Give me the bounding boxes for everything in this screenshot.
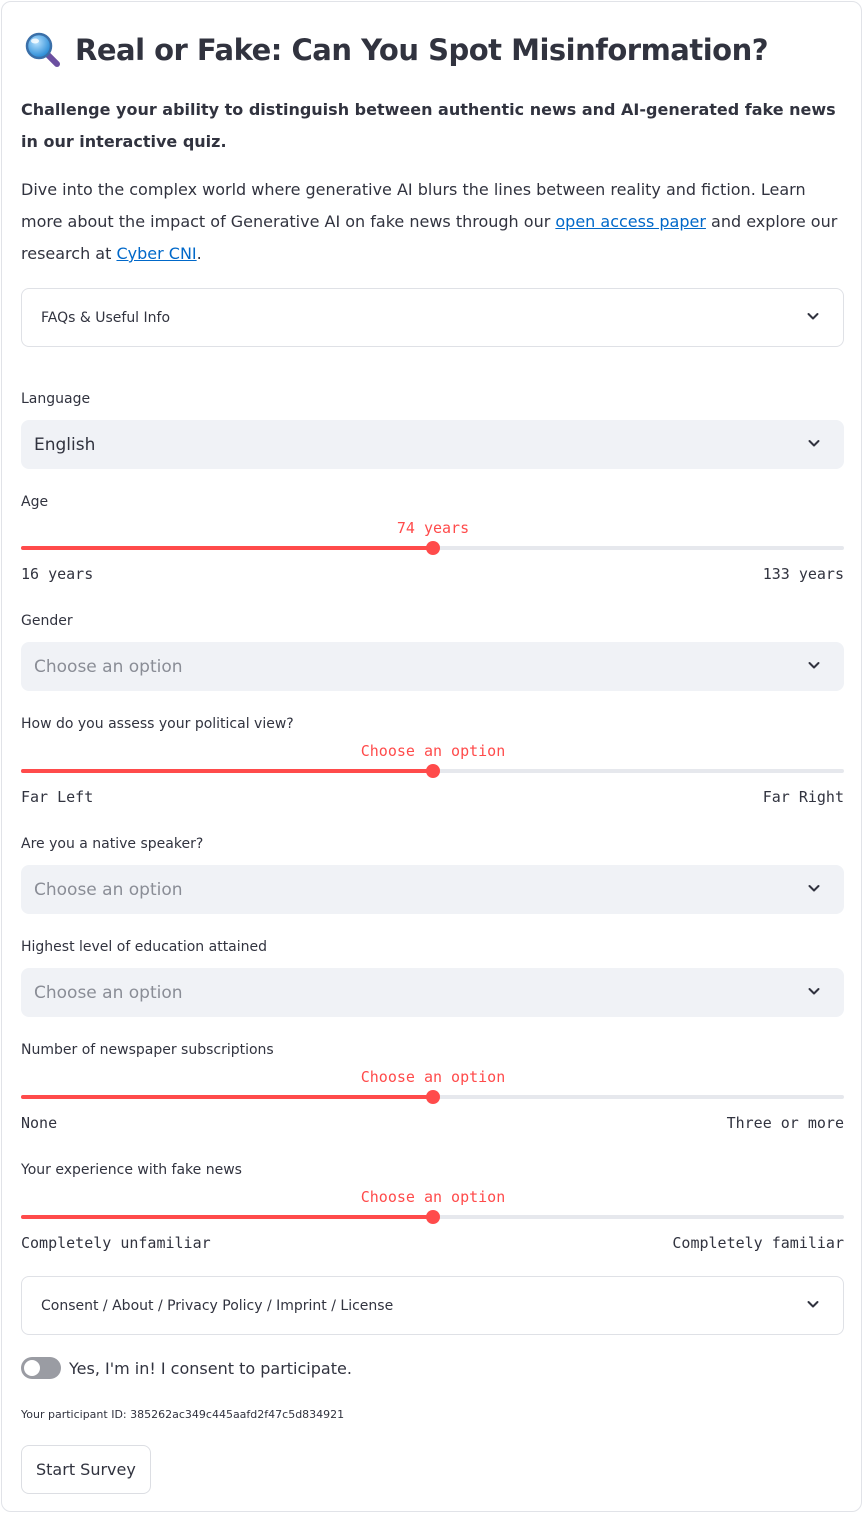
slider-max-label: Far Right (762, 788, 844, 806)
language-value: English (34, 434, 96, 455)
experience-slider[interactable]: Choose an option Completely unfamiliar C… (21, 1188, 844, 1252)
language-label: Language (21, 391, 91, 407)
slider-current-value: Choose an option (360, 742, 506, 760)
slider-fill (21, 546, 433, 550)
participant-id: Your participant ID: 385262ac349c445aafd… (21, 1408, 345, 1421)
lead-text: Challenge your ability to distinguish be… (21, 100, 836, 151)
toggle-knob (24, 1360, 40, 1376)
slider-thumb[interactable] (426, 1210, 440, 1224)
native-speaker-placeholder: Choose an option (34, 879, 183, 900)
chevron-down-icon (807, 1300, 819, 1307)
education-placeholder: Choose an option (34, 982, 183, 1003)
consent-expander[interactable]: Consent / About / Privacy Policy / Impri… (21, 1276, 844, 1335)
political-view-label: How do you assess your political view? (21, 716, 294, 732)
open-access-paper-link[interactable]: open access paper (555, 212, 706, 231)
cyber-cni-link[interactable]: Cyber CNI (116, 244, 196, 263)
slider-min-label: 16 years (21, 565, 94, 583)
language-select[interactable]: English (21, 420, 844, 469)
consent-toggle-row[interactable]: Yes, I'm in! I consent to participate. (21, 1357, 352, 1379)
age-label: Age (21, 494, 49, 510)
chevron-down-icon (808, 439, 820, 446)
magnifying-glass-icon (23, 30, 63, 70)
slider-thumb[interactable] (426, 1090, 440, 1104)
gender-label: Gender (21, 613, 73, 629)
chevron-down-icon (808, 661, 820, 668)
slider-fill (21, 1215, 433, 1219)
age-slider[interactable]: 74 years 16 years 133 years (21, 519, 844, 583)
intro-text: Dive into the complex world where genera… (21, 174, 844, 270)
slider-min-label: Completely unfamiliar (21, 1234, 211, 1252)
gender-placeholder: Choose an option (34, 656, 183, 677)
start-survey-button[interactable]: Start Survey (21, 1445, 151, 1494)
slider-current-value: Choose an option (360, 1068, 506, 1086)
gender-select[interactable]: Choose an option (21, 642, 844, 691)
slider-current-value: 74 years (396, 519, 470, 537)
education-select[interactable]: Choose an option (21, 968, 844, 1017)
slider-max-label: 133 years (762, 565, 844, 583)
consent-expander-label: Consent / About / Privacy Policy / Impri… (41, 1297, 394, 1314)
subscriptions-slider[interactable]: Choose an option None Three or more (21, 1068, 844, 1132)
slider-fill (21, 1095, 433, 1099)
slider-current-value: Choose an option (360, 1188, 506, 1206)
faq-expander-label: FAQs & Useful Info (41, 309, 171, 326)
slider-thumb[interactable] (426, 764, 440, 778)
chevron-down-icon (807, 312, 819, 319)
slider-max-label: Three or more (726, 1114, 844, 1132)
intro-text-part: . (196, 244, 202, 263)
chevron-down-icon (808, 987, 820, 994)
political-view-slider[interactable]: Choose an option Far Left Far Right (21, 742, 844, 806)
native-speaker-select[interactable]: Choose an option (21, 865, 844, 914)
slider-fill (21, 769, 433, 773)
consent-toggle-label: Yes, I'm in! I consent to participate. (69, 1358, 352, 1378)
native-speaker-label: Are you a native speaker? (21, 836, 204, 852)
slider-min-label: Far Left (21, 788, 94, 806)
consent-toggle[interactable] (21, 1357, 61, 1379)
page-title: Real or Fake: Can You Spot Misinformatio… (75, 33, 769, 67)
subscriptions-label: Number of newspaper subscriptions (21, 1042, 274, 1058)
slider-thumb[interactable] (426, 541, 440, 555)
chevron-down-icon (808, 884, 820, 891)
page-header: Real or Fake: Can You Spot Misinformatio… (23, 30, 769, 70)
slider-min-label: None (21, 1114, 58, 1132)
education-label: Highest level of education attained (21, 939, 268, 955)
faq-expander[interactable]: FAQs & Useful Info (21, 288, 844, 347)
slider-max-label: Completely familiar (672, 1234, 844, 1252)
experience-label: Your experience with fake news (21, 1162, 242, 1178)
